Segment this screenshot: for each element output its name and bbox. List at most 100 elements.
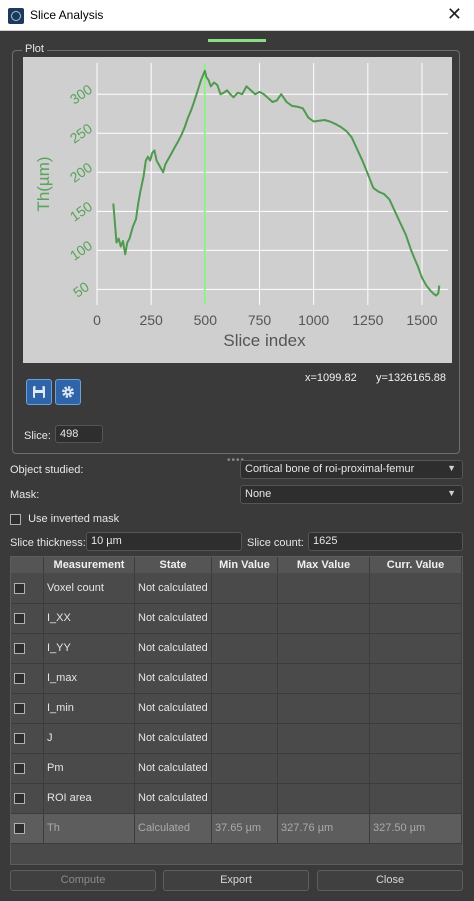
row-checkbox-cell[interactable] <box>11 604 44 633</box>
row-checkbox-cell[interactable] <box>11 784 44 813</box>
splitter-handle[interactable] <box>208 39 266 42</box>
slice-input[interactable]: 498 <box>55 425 103 443</box>
cell-measurement: Pm <box>44 754 135 783</box>
row-checkbox-cell[interactable] <box>11 724 44 753</box>
slice-thickness-label: Slice thickness: <box>10 537 86 549</box>
cell-max <box>278 604 370 633</box>
cell-state: Not calculated <box>135 604 212 633</box>
header-state[interactable]: State <box>135 557 212 573</box>
save-plot-button[interactable] <box>26 379 52 405</box>
table-row[interactable]: J Not calculated <box>11 724 462 754</box>
slice-thickness-field[interactable]: 10 µm <box>86 532 242 551</box>
table-row[interactable]: ROI area Not calculated <box>11 784 462 814</box>
row-checkbox[interactable] <box>14 822 25 834</box>
cell-max <box>278 724 370 753</box>
table-row[interactable]: I_min Not calculated <box>11 694 462 724</box>
cell-min <box>212 694 278 723</box>
y-tick-label: 150 <box>67 198 95 225</box>
x-tick-label: 1500 <box>406 312 437 328</box>
mask-value: None <box>245 488 272 500</box>
row-checkbox-cell[interactable] <box>11 664 44 693</box>
header-measurement[interactable]: Measurement <box>44 557 135 573</box>
row-checkbox[interactable] <box>14 732 25 744</box>
header-max-value[interactable]: Max Value <box>278 557 370 573</box>
mask-select[interactable]: None ▼ <box>240 485 463 504</box>
cell-min <box>212 784 278 813</box>
x-tick-label: 250 <box>139 312 163 328</box>
x-tick-label: 750 <box>248 312 272 328</box>
measurements-table: Measurement State Min Value Max Value Cu… <box>10 556 463 865</box>
cell-min <box>212 574 278 603</box>
row-checkbox[interactable] <box>14 672 25 684</box>
row-checkbox[interactable] <box>14 762 25 774</box>
cell-state: Not calculated <box>135 694 212 723</box>
row-checkbox[interactable] <box>14 642 25 654</box>
x-tick-label: 1250 <box>352 312 383 328</box>
export-button[interactable]: Export <box>163 870 309 891</box>
inverted-mask-checkbox[interactable] <box>10 513 21 525</box>
row-checkbox[interactable] <box>14 792 25 804</box>
cell-measurement: ROI area <box>44 784 135 813</box>
cell-min <box>212 754 278 783</box>
cell-max <box>278 664 370 693</box>
table-header: Measurement State Min Value Max Value Cu… <box>11 557 462 573</box>
row-checkbox[interactable] <box>14 702 25 714</box>
cell-curr <box>370 754 462 783</box>
cell-curr <box>370 574 462 603</box>
close-icon[interactable]: ✕ <box>447 4 462 25</box>
thickness-chart[interactable]: 0 250 500 750 1000 1250 1500 50 100 150 200 250 300 S… <box>23 57 452 363</box>
table-row[interactable]: Voxel count Not calculated <box>11 574 462 604</box>
table-row[interactable]: I_YY Not calculated <box>11 634 462 664</box>
chevron-down-icon: ▼ <box>447 488 456 498</box>
cell-state: Calculated <box>135 814 212 843</box>
cell-min <box>212 604 278 633</box>
y-tick-label: 300 <box>67 81 95 108</box>
plot-group-title: Plot <box>22 43 47 55</box>
mask-label: Mask: <box>10 489 40 501</box>
cell-measurement: Voxel count <box>44 574 135 603</box>
row-checkbox-cell[interactable] <box>11 634 44 663</box>
x-tick-label: 500 <box>194 312 218 328</box>
y-tick-label: 250 <box>67 120 95 147</box>
save-icon <box>33 386 45 398</box>
row-checkbox[interactable] <box>14 612 25 624</box>
table-row[interactable]: I_max Not calculated <box>11 664 462 694</box>
header-check <box>11 557 44 573</box>
table-row[interactable]: I_XX Not calculated <box>11 604 462 634</box>
cell-curr <box>370 784 462 813</box>
inverted-mask-label: Use inverted mask <box>28 513 120 526</box>
table-row[interactable]: Pm Not calculated <box>11 754 462 784</box>
header-min-value[interactable]: Min Value <box>212 557 278 573</box>
header-curr-value[interactable]: Curr. Value <box>370 557 462 573</box>
row-checkbox[interactable] <box>14 582 25 594</box>
table-row[interactable]: Th Calculated 37.65 µm 327.76 µm 327.50 µm <box>11 814 462 844</box>
cell-curr <box>370 724 462 753</box>
row-checkbox-cell[interactable] <box>11 814 44 843</box>
slice-count-field[interactable]: 1625 <box>308 532 463 551</box>
close-button[interactable]: Close <box>317 870 463 891</box>
inverted-mask-option[interactable]: Use inverted mask <box>10 513 119 525</box>
chevron-down-icon: ▼ <box>447 463 456 473</box>
y-axis-label: Th(µm) <box>34 156 53 211</box>
x-axis-label: Slice index <box>223 331 306 350</box>
cell-measurement: Th <box>44 814 135 843</box>
x-tick-label: 1000 <box>298 312 329 328</box>
cell-min: 37.65 µm <box>212 814 278 843</box>
compute-button[interactable]: Compute <box>10 870 156 891</box>
plot-canvas[interactable]: 0 250 500 750 1000 1250 1500 50 100 150 200 250 300 S… <box>23 57 452 363</box>
row-checkbox-cell[interactable] <box>11 694 44 723</box>
app-icon <box>8 8 24 24</box>
gear-icon <box>62 386 74 398</box>
cell-curr <box>370 694 462 723</box>
y-tick-label: 200 <box>67 159 95 186</box>
row-checkbox-cell[interactable] <box>11 574 44 603</box>
cell-curr <box>370 634 462 663</box>
plot-settings-button[interactable] <box>55 379 81 405</box>
object-studied-label: Object studied: <box>10 464 84 476</box>
cell-min <box>212 724 278 753</box>
object-studied-select[interactable]: Cortical bone of roi-proximal-femur ▼ <box>240 460 463 479</box>
row-checkbox-cell[interactable] <box>11 754 44 783</box>
slice-count-label: Slice count: <box>247 537 304 549</box>
title-bar: Slice Analysis ✕ <box>0 0 474 31</box>
thickness-series-line <box>112 69 441 297</box>
